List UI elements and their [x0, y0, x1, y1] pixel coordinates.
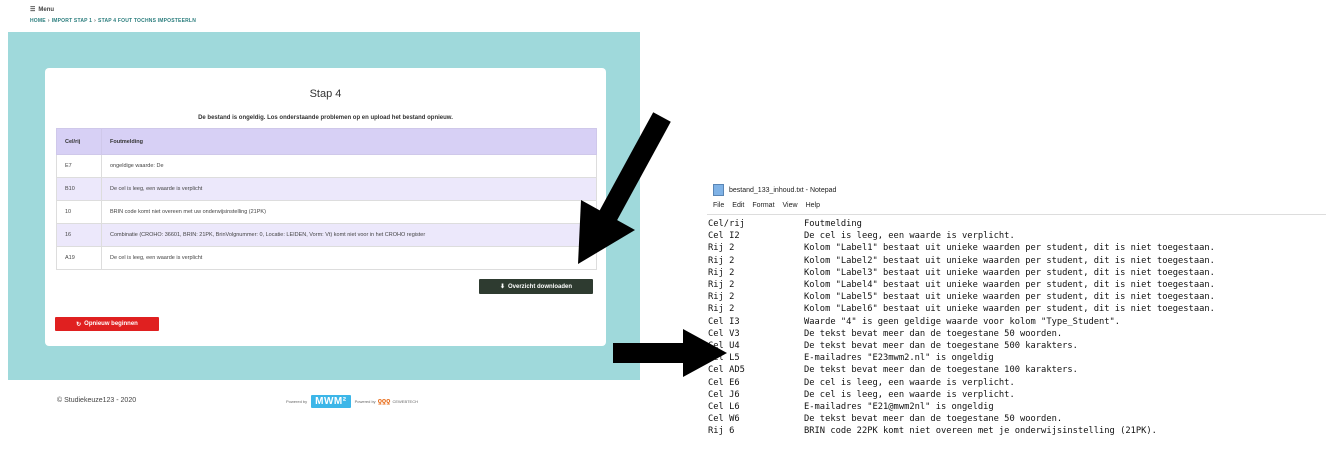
arrow-down-left-icon — [578, 112, 671, 264]
annotation-arrows — [578, 112, 727, 377]
arrow-right-icon — [613, 329, 727, 377]
